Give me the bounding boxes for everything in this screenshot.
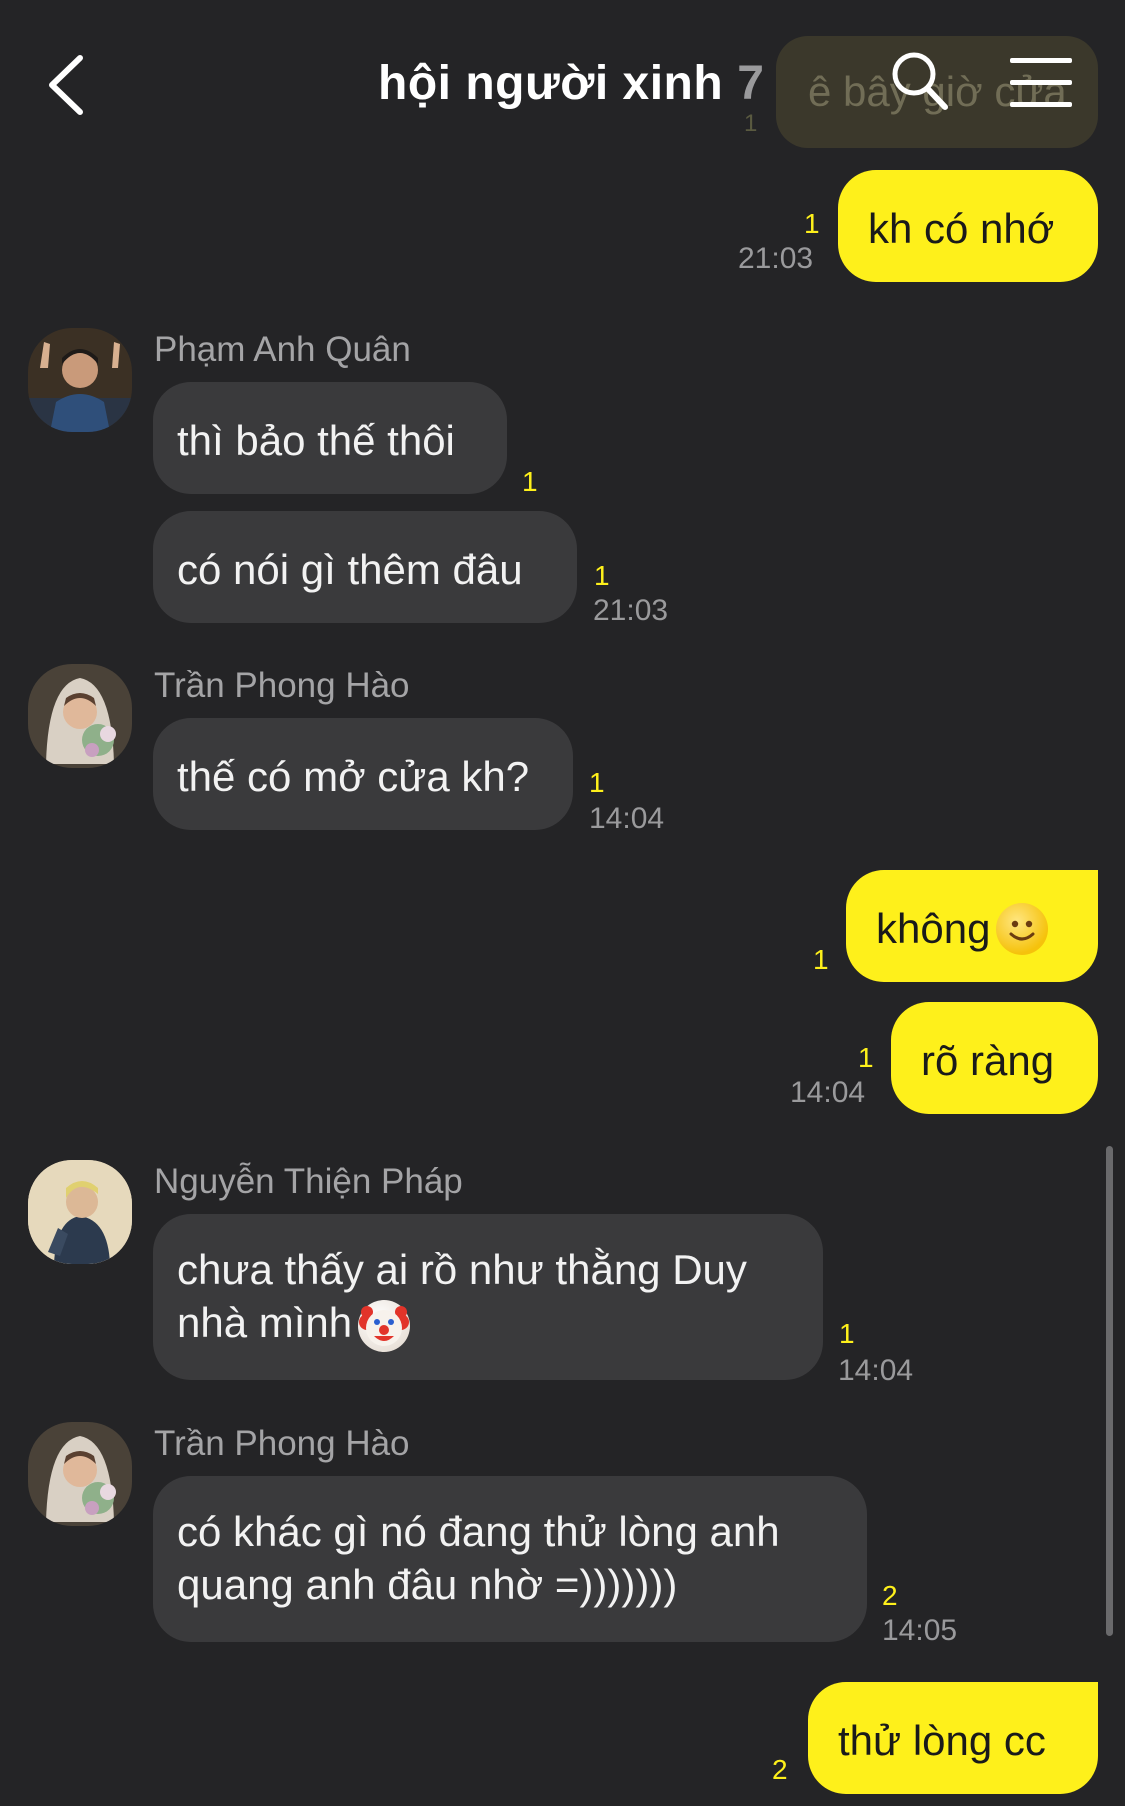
message-bubble-incoming[interactable]: thế có mở cửa kh? <box>153 718 573 830</box>
message-bubble-incoming[interactable]: thì bảo thế thôi <box>153 382 507 494</box>
avatar-tran-phong-hao[interactable] <box>28 664 132 768</box>
avatar-image <box>28 328 132 432</box>
message-text: thử lòng cc <box>838 1716 1046 1764</box>
message-text-line2: quang anh đâu nhờ =))))))) <box>177 1561 678 1608</box>
avatar-image <box>28 1160 132 1264</box>
sender-name: Phạm Anh Quân <box>154 330 411 369</box>
group-name: hội người xinh <box>378 57 724 110</box>
sender-name: Nguyễn Thiện Pháp <box>154 1162 463 1201</box>
smiley-emoji-icon <box>996 902 1049 955</box>
unread-count: 1 <box>813 944 829 975</box>
unread-count: 1 <box>522 466 538 497</box>
message-time: 21:03 <box>593 594 669 627</box>
unread-count: 1 <box>594 560 610 591</box>
scrollbar[interactable] <box>1106 1146 1113 1636</box>
message-text-line1: chưa thấy ai rồ như thằng Duy <box>177 1246 747 1293</box>
message-text: có nói gì thêm đâu <box>177 545 523 593</box>
member-count: 7 <box>737 57 765 110</box>
message-bubble-incoming[interactable]: có khác gì nó đang thử lòng anh quang an… <box>153 1476 867 1642</box>
chat-header: ê bây giờ cửa 1 hội người xinh 7 <box>0 0 1125 160</box>
message-bubble-incoming[interactable]: chưa thấy ai rồ như thằng Duy nhà mình <box>153 1214 823 1380</box>
unread-count: 1 <box>589 767 605 798</box>
back-button[interactable] <box>40 50 100 120</box>
clown-emoji-icon <box>358 1299 411 1352</box>
unread-count: 1 <box>839 1318 855 1349</box>
sender-name: Trần Phong Hào <box>154 666 410 705</box>
message-bubble-outgoing[interactable]: kh có nhớ <box>838 170 1098 282</box>
message-text: kh có nhớ <box>868 204 1055 252</box>
search-button[interactable] <box>890 50 950 114</box>
message-time: 21:03 <box>738 242 814 275</box>
avatar-pham-anh-quan[interactable] <box>28 328 132 432</box>
unread-count: 1 <box>858 1042 874 1073</box>
message-bubble-outgoing[interactable]: rõ ràng <box>891 1002 1098 1114</box>
message-time: 14:04 <box>838 1354 914 1387</box>
scrolled-unread-count: 1 <box>744 110 758 137</box>
message-text: thế có mở cửa kh? <box>177 752 530 800</box>
avatar-nguyen-thien-phap[interactable] <box>28 1160 132 1264</box>
sender-name: Trần Phong Hào <box>154 1424 410 1463</box>
unread-count: 2 <box>772 1754 788 1785</box>
search-icon <box>892 52 948 110</box>
message-time: 14:05 <box>882 1614 958 1647</box>
message-text-line2-wrap: nhà mình <box>177 1296 799 1352</box>
back-arrow-icon <box>49 55 83 115</box>
avatar-image <box>28 664 132 768</box>
message-text-line1: có khác gì nó đang thử lòng anh <box>177 1508 780 1555</box>
unread-count: 1 <box>804 208 820 239</box>
message-bubble-outgoing[interactable]: không <box>846 870 1098 982</box>
avatar-image <box>28 1422 132 1526</box>
menu-button[interactable] <box>1008 56 1074 110</box>
avatar-tran-phong-hao[interactable] <box>28 1422 132 1526</box>
message-bubble-incoming[interactable]: có nói gì thêm đâu <box>153 511 577 623</box>
message-time: 14:04 <box>790 1076 866 1109</box>
message-text: không <box>876 904 991 952</box>
chat-title[interactable]: hội người xinh 7 <box>378 56 764 111</box>
message-bubble-outgoing[interactable]: thử lòng cc <box>808 1682 1098 1794</box>
message-text-line2: nhà mình <box>177 1299 353 1346</box>
message-time: 14:04 <box>589 802 665 835</box>
unread-count: 2 <box>882 1580 898 1611</box>
message-text: thì bảo thế thôi <box>177 416 455 464</box>
menu-icon <box>1010 58 1072 107</box>
message-text: rõ ràng <box>921 1036 1055 1084</box>
